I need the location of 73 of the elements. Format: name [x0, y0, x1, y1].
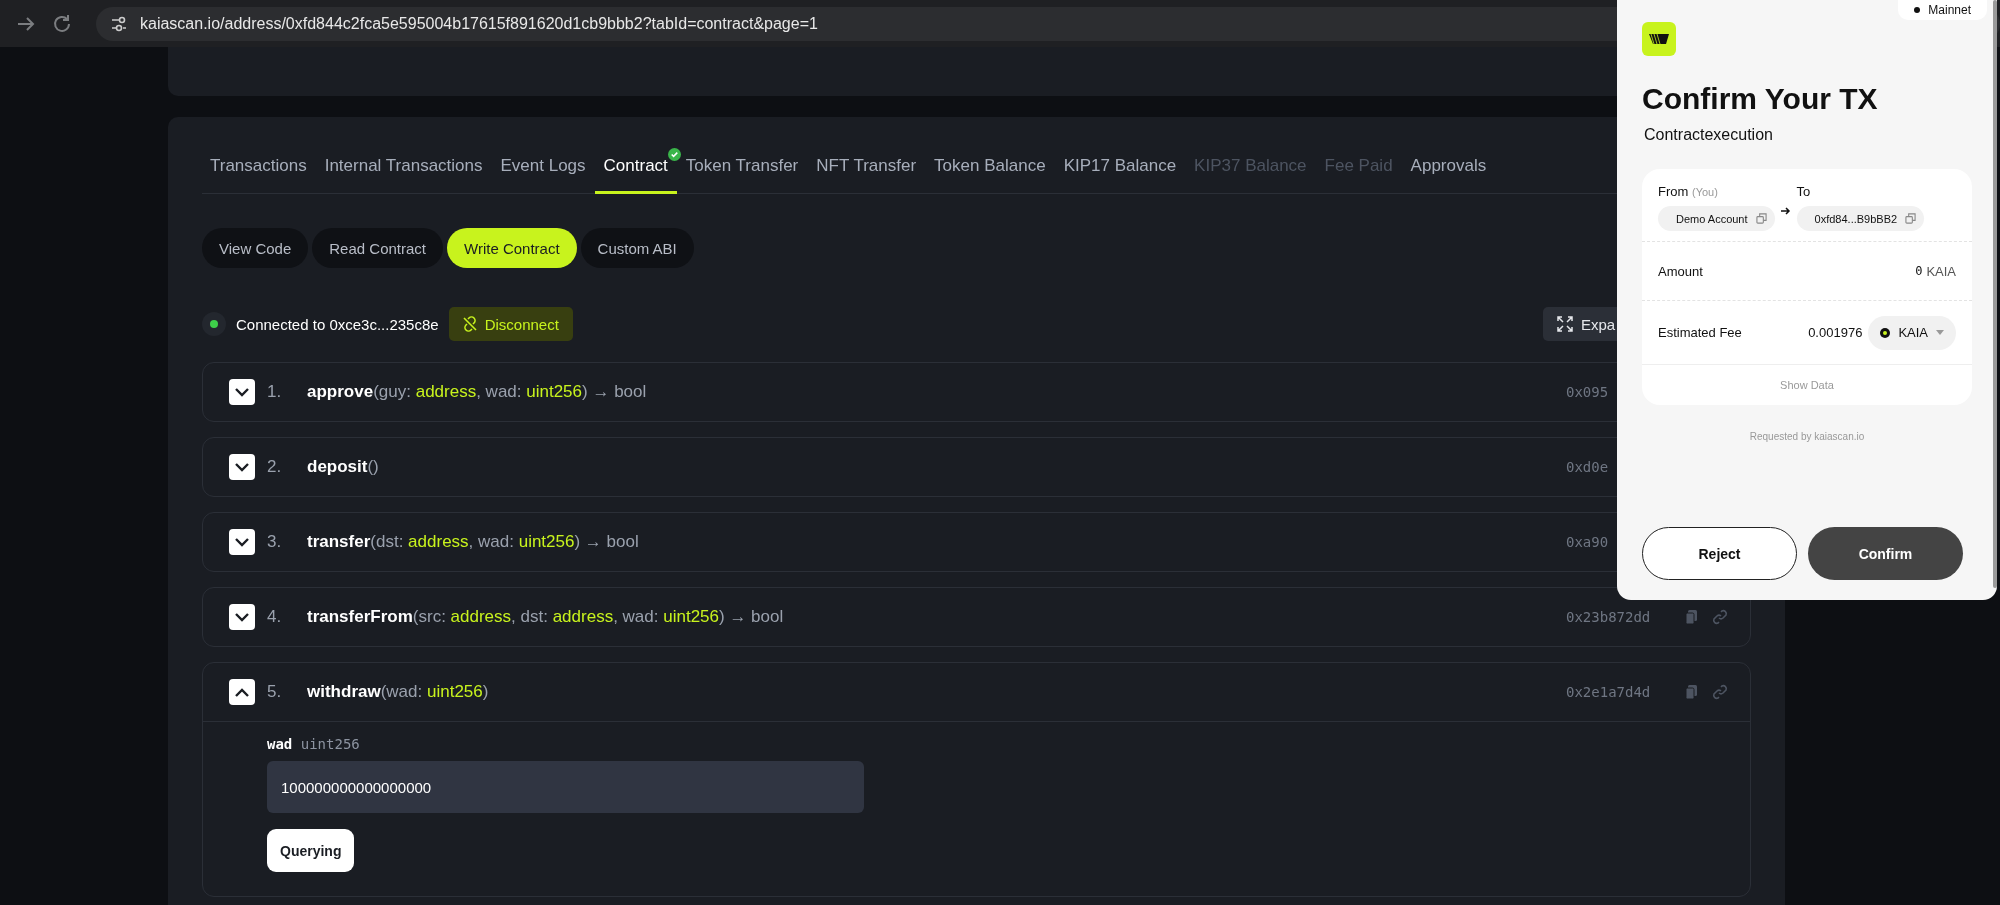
selector-text: 0x23b872dd [1566, 609, 1651, 625]
to-label: To [1796, 184, 1812, 199]
selector-text: 0xd0e [1566, 459, 1609, 475]
selector-text: 0x095 [1566, 384, 1609, 400]
tab[interactable]: Token Transfer [676, 140, 808, 194]
tab[interactable]: Contract [594, 140, 677, 194]
selector-text: 0xa90 [1566, 534, 1609, 550]
sub-tab[interactable]: Write Contract [447, 228, 577, 268]
tab[interactable]: Event Logs [491, 140, 595, 194]
amount-value: 0 KAIA [1915, 263, 1956, 279]
row-number: 3. [267, 532, 283, 552]
requested-by-text: Requested by kaiascan.io [1748, 431, 1866, 442]
expand-row-button[interactable] [229, 379, 255, 405]
row-number: 1. [267, 382, 283, 402]
copy-icon[interactable] [1684, 609, 1700, 625]
function-signature: deposit() [307, 457, 379, 477]
expand-row-button[interactable] [229, 529, 255, 555]
fee-value: 0.001976 [1808, 325, 1863, 340]
row-number: 5. [267, 682, 283, 702]
chevron-down-icon [235, 387, 249, 397]
chevron-down-icon [235, 462, 249, 472]
disconnect-button[interactable]: Disconnect [448, 307, 573, 341]
confirm-button[interactable]: Confirm [1808, 527, 1963, 580]
sub-tab[interactable]: Custom ABI [580, 228, 694, 268]
input-field[interactable]: 100000000000000000 [267, 761, 864, 813]
from-label: From (You) [1658, 184, 1719, 199]
url-text: kaiascan.io/address/0xfd844c2fca5e595004b17615f891620d1cb9bbb2?tabId=contract&page=1 [140, 14, 818, 33]
link-icon[interactable] [1712, 684, 1728, 700]
dialog-subtitle: Contractexecution [1644, 126, 1774, 144]
coin-icon [1880, 327, 1891, 338]
dialog-title: Confirm Your TX [1642, 82, 1879, 116]
sub-tab[interactable]: View Code [202, 228, 309, 268]
token-select[interactable]: KAIA [1868, 315, 1956, 350]
tab[interactable]: Approvals [1401, 140, 1496, 194]
tab[interactable]: Internal Transactions [315, 140, 492, 194]
expand-row-button[interactable] [229, 604, 255, 630]
amount-label: Amount [1658, 263, 1703, 279]
tab[interactable]: Transactions [202, 140, 316, 194]
site-settings-icon[interactable] [110, 14, 128, 33]
to-address[interactable]: 0xfd84...B9bBB2 [1796, 206, 1925, 231]
row-number: 2. [267, 457, 283, 477]
scrollbar[interactable] [1993, 0, 1997, 588]
function-signature: transferFrom(src: address, dst: address, wad: uint256) → bool [307, 607, 784, 627]
network-badge: Mainnet [1898, 0, 1987, 20]
function-signature: transfer(dst: address, wad: uint256) → bool [307, 532, 639, 552]
collapse-button[interactable] [229, 679, 255, 705]
parameter-label: wad uint256 [267, 736, 361, 752]
row-number: 4. [267, 607, 283, 627]
expand-row-button[interactable] [229, 454, 255, 480]
tab[interactable]: Token Balance [925, 140, 1055, 194]
function-signature: approve(guy: address, wad: uint256) → bool [307, 382, 647, 402]
connection-text: Connected to 0xce3c...235c8e [236, 315, 439, 333]
wallet-logo-icon [1642, 22, 1676, 56]
fee-label: Estimated Fee [1658, 325, 1742, 340]
selector-text: 0x2e1a7d4d [1566, 684, 1651, 700]
chevron-down-icon [235, 537, 249, 547]
function-signature: withdraw(wad: uint256) [307, 682, 489, 702]
chevron-up-icon [235, 687, 249, 697]
caret-icon [1936, 330, 1944, 335]
link-icon[interactable] [1712, 609, 1728, 625]
copy-icon[interactable] [1905, 213, 1917, 224]
query-button[interactable]: Querying [267, 829, 355, 872]
copy-icon[interactable] [1755, 213, 1767, 224]
sub-tab[interactable]: Read Contract [312, 228, 443, 268]
broken-link-icon [460, 315, 479, 333]
tab[interactable]: KIP17 Balance [1054, 140, 1186, 194]
copy-icon[interactable] [1684, 684, 1700, 700]
reject-button[interactable]: Reject [1642, 527, 1797, 580]
chevron-down-icon [235, 612, 249, 622]
arrow-icon [1780, 207, 1791, 215]
from-account[interactable]: Demo Account [1658, 206, 1775, 231]
tab[interactable]: NFT Transfer [807, 140, 926, 194]
expand-icon [1557, 316, 1573, 332]
